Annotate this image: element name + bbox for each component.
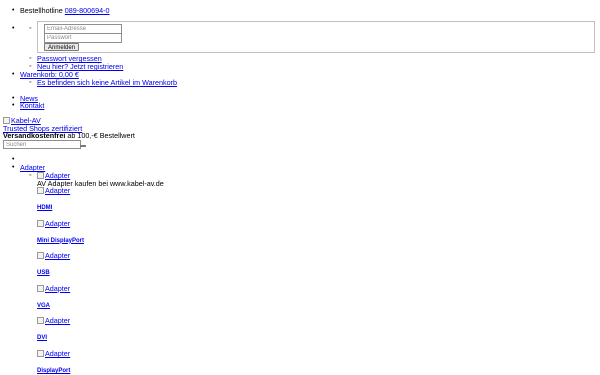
cart-empty-link[interactable]: Es befinden sich keine Artikel im Warenk… (37, 78, 177, 87)
category-image: Adapter (37, 219, 70, 228)
category-image: Adapter (37, 187, 70, 195)
category-label: HDMI (37, 203, 52, 212)
shipping-rest: ab 100,-€ Bestellwert (67, 131, 135, 140)
category-link[interactable]: Mini DisplayPort (37, 238, 84, 244)
category-image: Adapter (37, 284, 70, 293)
password-field[interactable] (44, 33, 122, 43)
category-image-link[interactable]: Adapter (37, 349, 70, 358)
category-label: DVI (37, 333, 47, 342)
shipping-bold: Versandkostenfrei (3, 131, 66, 140)
shipping-info: Versandkostenfrei ab 100,-€ Bestellwert (3, 132, 135, 140)
category-image-link[interactable]: Adapter (37, 219, 70, 228)
login-form: Anmelden (37, 21, 595, 53)
search-input[interactable] (3, 140, 81, 149)
login-button[interactable]: Anmelden (44, 43, 80, 51)
category-label: DisplayPort (37, 366, 70, 375)
category-label: VGA (37, 301, 50, 310)
category-link[interactable]: DisplayPort (37, 368, 70, 374)
category-link[interactable]: USB (37, 270, 50, 276)
category-label: Mini DisplayPort (37, 236, 84, 245)
cart-empty-item: Es befinden sich keine Artikel im Warenk… (29, 78, 177, 88)
category-image-link[interactable]: Adapter (37, 251, 70, 260)
hotline-label: Bestellhotline (20, 6, 63, 15)
category-label: USB (37, 268, 50, 277)
category-link[interactable]: DVI (37, 335, 47, 341)
nav-item-kontakt: Kontakt (12, 101, 45, 111)
category-link[interactable]: HDMI (37, 205, 52, 211)
category-image-link[interactable]: Adapter (37, 284, 70, 293)
category-link[interactable]: VGA (37, 303, 50, 309)
hotline: Bestellhotline 089-800694-0 (12, 6, 110, 16)
category-image: Adapter (37, 317, 70, 325)
category-image-link[interactable]: Adapter (37, 316, 70, 325)
category-image-link[interactable]: Adapter (37, 186, 70, 195)
category-image: Adapter (37, 252, 70, 260)
hotline-phone-link[interactable]: 089-800694-0 (65, 6, 110, 15)
category-image: Adapter (37, 350, 70, 358)
nav-link-kontakt[interactable]: Kontakt (20, 101, 44, 110)
search-button[interactable] (80, 145, 86, 147)
